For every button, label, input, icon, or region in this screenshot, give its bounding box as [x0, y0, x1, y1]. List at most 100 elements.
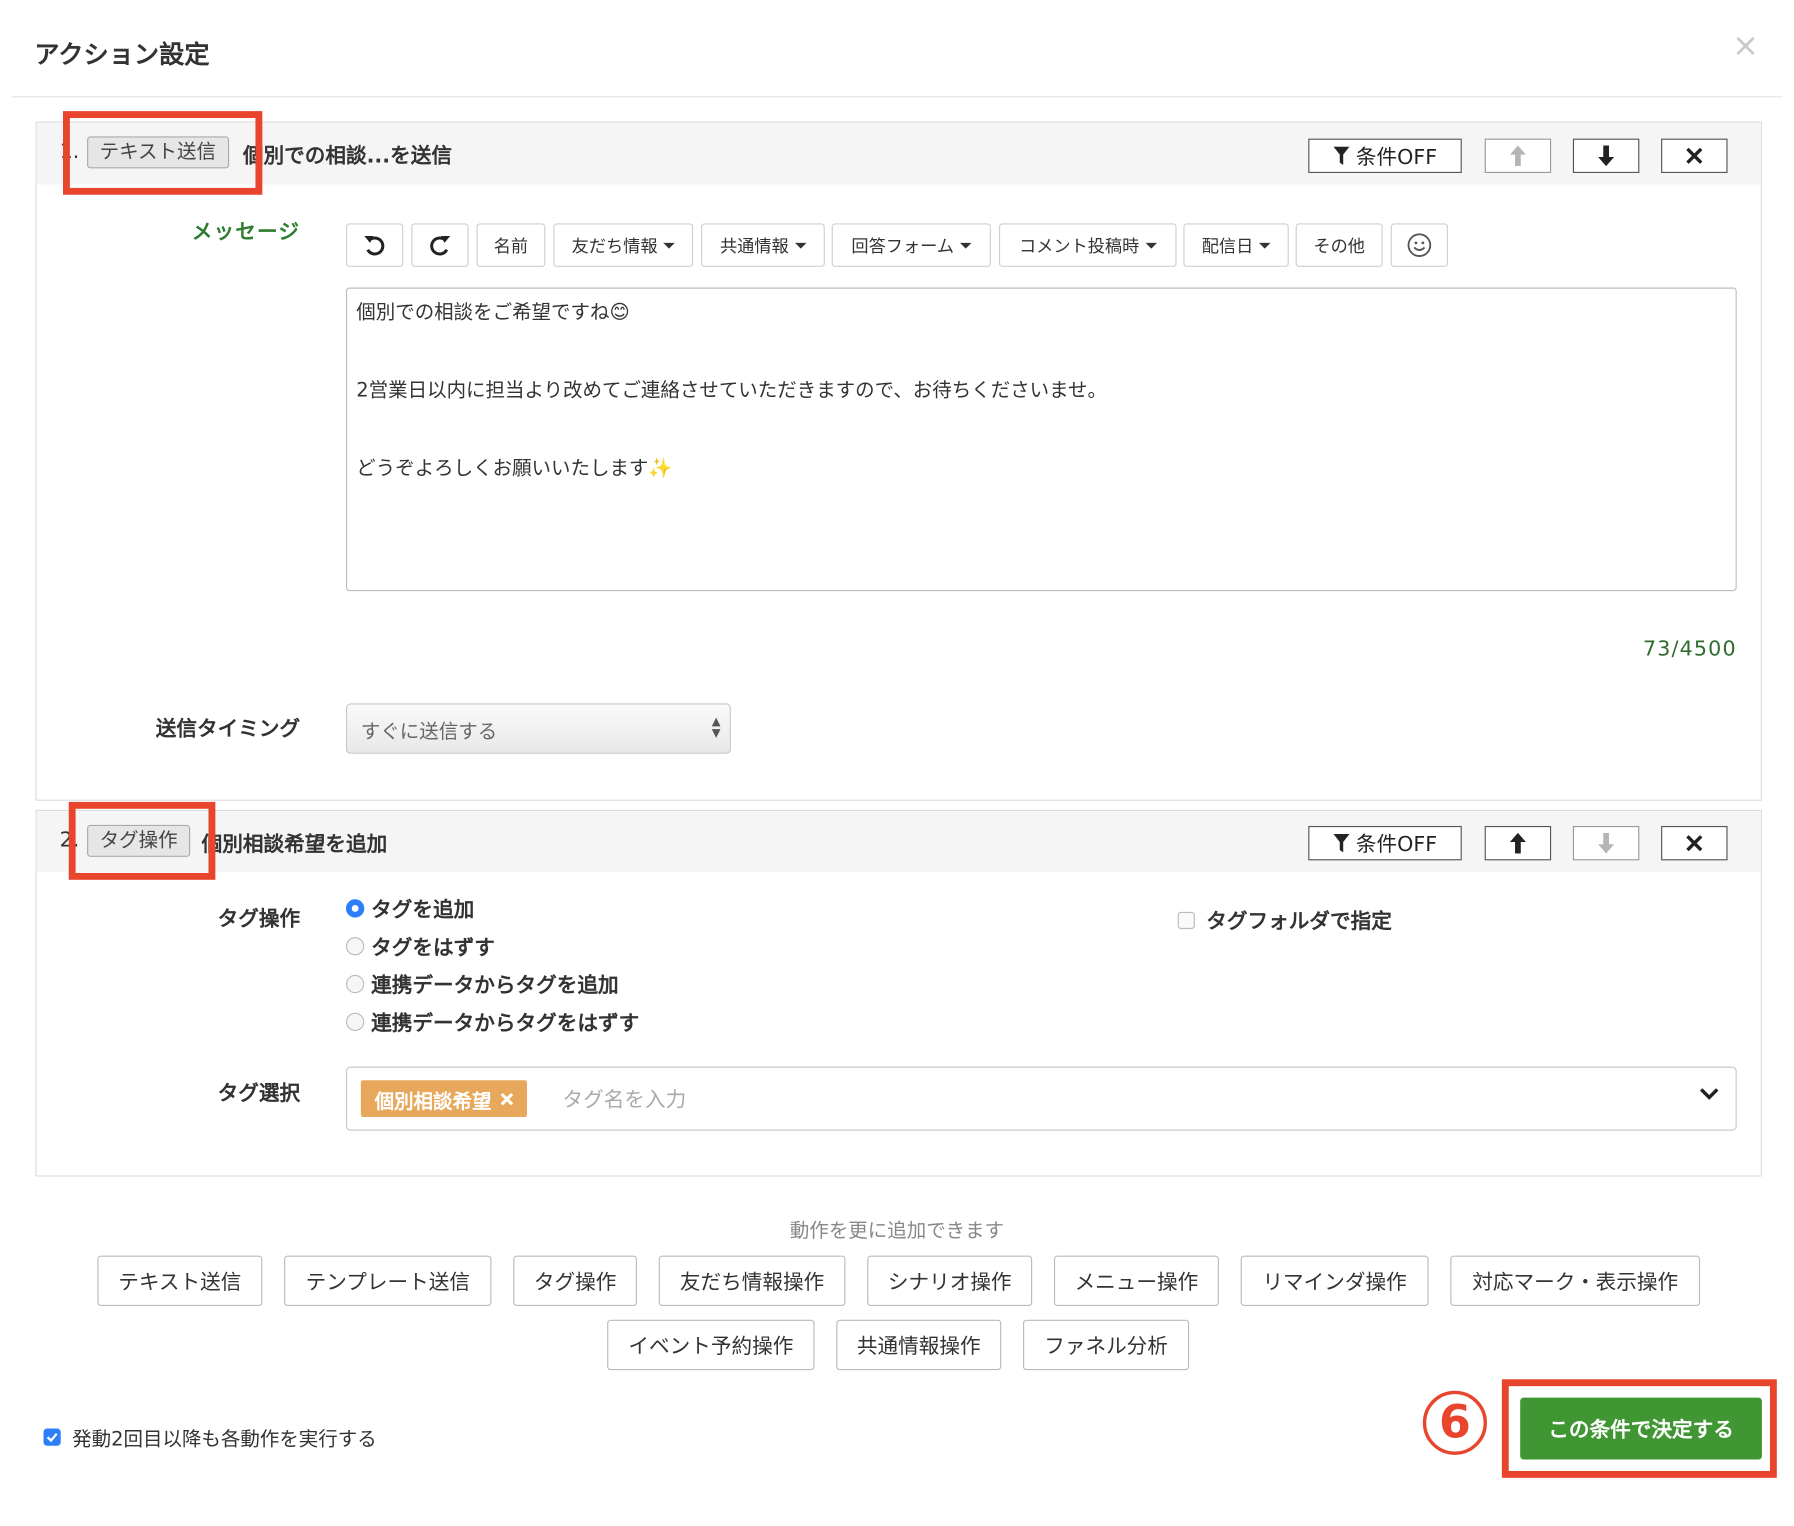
- tag-select-label: タグ選択: [217, 1081, 301, 1106]
- arrow-up-icon: [1509, 145, 1526, 167]
- tag-folder-checkbox[interactable]: [1177, 911, 1195, 929]
- add-event-booking-button[interactable]: イベント予約操作: [607, 1319, 815, 1371]
- radio-remove-tag-from-data[interactable]: 連携データからタグをはずす: [345, 1007, 640, 1037]
- add-button-label: テンプレート送信: [305, 1270, 470, 1295]
- condition-toggle-button[interactable]: 条件OFF: [1308, 825, 1462, 861]
- message-line: [356, 332, 1726, 371]
- undo-button[interactable]: [345, 223, 404, 267]
- radio-button[interactable]: [345, 974, 365, 994]
- add-menu-button[interactable]: メニュー操作: [1053, 1255, 1219, 1306]
- message-line: どうぞよろしくお願いいたします✨: [356, 457, 673, 481]
- caret-down-icon: [959, 242, 972, 249]
- send-timing-select[interactable]: すぐに送信する ▲ ▼: [345, 703, 731, 754]
- condition-label: 条件OFF: [1355, 832, 1438, 857]
- caret-down-icon: [1145, 242, 1157, 249]
- check-icon: [46, 1432, 58, 1443]
- redo-icon: [430, 235, 451, 256]
- radio-button[interactable]: [345, 937, 365, 956]
- move-down-button[interactable]: [1572, 138, 1640, 173]
- filter-icon: [1332, 833, 1350, 853]
- selected-tag-label: 個別相談希望: [374, 1090, 492, 1113]
- add-button-label: テキスト送信: [118, 1270, 242, 1295]
- add-button-label: 対応マーク・表示操作: [1472, 1270, 1679, 1295]
- message-textarea[interactable]: 個別での相談をご希望ですね😊 2営業日以内に担当より改めてご連絡させていただきま…: [345, 287, 1737, 592]
- move-up-button[interactable]: [1484, 825, 1552, 861]
- step-number-badge: 6: [1422, 1390, 1487, 1455]
- add-button-label: リマインダ操作: [1262, 1270, 1407, 1295]
- condition-label: 条件OFF: [1355, 145, 1438, 170]
- add-more-hint: 動作を更に追加できます: [789, 1220, 1005, 1243]
- add-button-label: イベント予約操作: [628, 1334, 794, 1359]
- confirm-button[interactable]: この条件で決定する: [1520, 1397, 1762, 1460]
- add-funnel-analysis-button[interactable]: ファネル分析: [1023, 1319, 1190, 1371]
- tag-operation-label: タグ操作: [217, 907, 301, 932]
- add-scenario-button[interactable]: シナリオ操作: [867, 1255, 1033, 1306]
- radio-label: タグをはずす: [371, 935, 495, 961]
- shared-info-dropdown[interactable]: 共通情報: [701, 223, 825, 267]
- radio-button[interactable]: [345, 1012, 365, 1032]
- tag-search-placeholder[interactable]: タグ名を入力: [562, 1084, 686, 1114]
- arrow-up-icon: [1509, 832, 1526, 854]
- header-divider: [11, 96, 1783, 98]
- emoji-button[interactable]: [1390, 223, 1449, 267]
- action-title: 個別相談希望を追加: [201, 832, 388, 857]
- radio-add-tag[interactable]: タグを追加: [345, 894, 475, 924]
- modal-title: アクション設定: [34, 41, 210, 70]
- move-up-button[interactable]: [1484, 138, 1552, 173]
- repeat-actions-option[interactable]: 発動2回目以降も各動作を実行する: [43, 1423, 377, 1452]
- message-line: 2営業日以内に担当より改めてご連絡させていただきますので、お待ちくださいませ。: [356, 379, 1107, 403]
- redo-button[interactable]: [411, 223, 469, 267]
- toolbar-label: 名前: [493, 235, 529, 257]
- repeat-actions-checkbox[interactable]: [43, 1428, 61, 1446]
- character-counter: 73/4500: [1643, 636, 1737, 662]
- add-button-label: 友だち情報操作: [679, 1270, 825, 1295]
- repeat-actions-label: 発動2回目以降も各動作を実行する: [72, 1428, 377, 1452]
- delete-action-button[interactable]: [1661, 825, 1728, 861]
- action-title: 個別での相談...を送信: [242, 144, 452, 169]
- close-icon[interactable]: ×: [1732, 29, 1759, 62]
- toolbar-label: コメント投稿時: [1018, 235, 1140, 257]
- toolbar-label: 回答フォーム: [851, 235, 955, 257]
- tag-folder-checkbox-row[interactable]: タグフォルダで指定: [1177, 905, 1392, 935]
- remove-tag-icon[interactable]: [500, 1092, 514, 1105]
- add-tag-operation-button[interactable]: タグ操作: [513, 1255, 637, 1306]
- radio-add-tag-from-data[interactable]: 連携データからタグを追加: [345, 969, 619, 999]
- add-template-send-button[interactable]: テンプレート送信: [284, 1255, 492, 1306]
- send-timing-label: 送信タイミング: [155, 717, 301, 742]
- add-reminder-button[interactable]: リマインダ操作: [1240, 1255, 1429, 1306]
- delete-action-button[interactable]: [1661, 138, 1728, 173]
- add-mark-display-button[interactable]: 対応マーク・表示操作: [1450, 1255, 1701, 1306]
- add-text-send-button[interactable]: テキスト送信: [97, 1255, 263, 1306]
- move-down-button[interactable]: [1572, 825, 1640, 861]
- radio-button[interactable]: [345, 899, 365, 918]
- delivery-date-dropdown[interactable]: 配信日: [1183, 223, 1289, 267]
- other-button[interactable]: その他: [1295, 223, 1383, 267]
- add-button-label: シナリオ操作: [887, 1270, 1012, 1295]
- answer-form-dropdown[interactable]: 回答フォーム: [831, 223, 991, 267]
- filter-icon: [1332, 146, 1350, 165]
- radio-remove-tag[interactable]: タグをはずす: [345, 931, 495, 961]
- arrow-down-icon: [1598, 832, 1615, 854]
- toolbar-label: 友だち情報: [571, 235, 658, 257]
- message-label: メッセージ: [191, 219, 301, 245]
- radio-label: 連携データからタグを追加: [371, 973, 619, 998]
- add-button-label: ファネル分析: [1044, 1334, 1168, 1359]
- add-shared-info-button[interactable]: 共通情報操作: [836, 1319, 1002, 1371]
- close-icon: [1686, 835, 1703, 852]
- tag-select-input[interactable]: 個別相談希望 タグ名を入力: [345, 1066, 1737, 1131]
- condition-toggle-button[interactable]: 条件OFF: [1308, 138, 1462, 173]
- selected-tag-chip: 個別相談希望: [360, 1080, 527, 1117]
- annotation-highlight: [68, 801, 216, 880]
- friend-info-dropdown[interactable]: 友だち情報: [553, 223, 694, 267]
- smiley-icon: [1407, 233, 1432, 257]
- caret-down-icon: [663, 242, 675, 249]
- undo-icon: [364, 235, 385, 256]
- arrow-down-icon: [1598, 145, 1615, 167]
- add-friend-info-button[interactable]: 友だち情報操作: [658, 1255, 846, 1306]
- chevron-down-icon[interactable]: [1699, 1086, 1720, 1102]
- radio-label: タグを追加: [371, 898, 475, 923]
- comment-post-dropdown[interactable]: コメント投稿時: [998, 223, 1177, 267]
- close-icon: [1686, 147, 1703, 164]
- radio-label: 連携データからタグをはずす: [371, 1011, 640, 1036]
- insert-name-button[interactable]: 名前: [476, 223, 546, 267]
